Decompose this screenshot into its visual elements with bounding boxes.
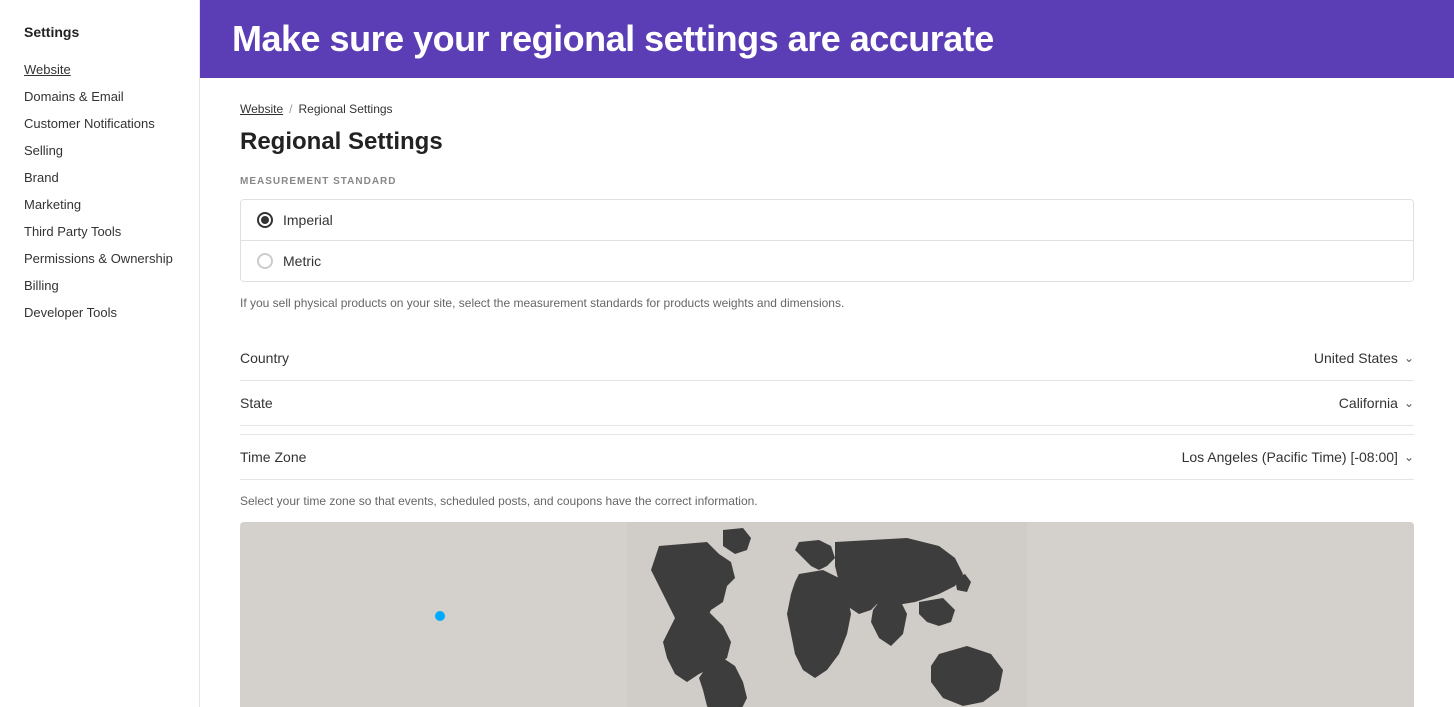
chevron-down-icon-timezone: ⌄ — [1404, 450, 1414, 464]
timezone-row: Time Zone Los Angeles (Pacific Time) [-0… — [240, 434, 1414, 480]
world-map — [240, 522, 1414, 707]
chevron-down-icon: ⌄ — [1404, 351, 1414, 365]
banner: Make sure your regional settings are acc… — [200, 0, 1454, 78]
state-dropdown[interactable]: California ⌄ — [1339, 395, 1414, 411]
state-label: State — [240, 395, 273, 411]
sidebar-item-billing[interactable]: Billing — [0, 272, 199, 299]
measurement-radio-group: Imperial Metric — [240, 199, 1414, 282]
measurement-helper-text: If you sell physical products on your si… — [240, 294, 1414, 312]
sidebar-item-developer-tools[interactable]: Developer Tools — [0, 299, 199, 326]
main-area: Make sure your regional settings are acc… — [200, 0, 1454, 707]
country-row: Country United States ⌄ — [240, 336, 1414, 381]
timezone-section: Time Zone Los Angeles (Pacific Time) [-0… — [240, 434, 1414, 707]
timezone-helper-text: Select your time zone so that events, sc… — [240, 492, 1414, 510]
country-label: Country — [240, 350, 289, 366]
country-dropdown[interactable]: United States ⌄ — [1314, 350, 1414, 366]
radio-imperial[interactable]: Imperial — [241, 200, 1413, 241]
banner-text: Make sure your regional settings are acc… — [232, 18, 994, 60]
sidebar-item-website[interactable]: Website — [0, 56, 199, 83]
breadcrumb-current: Regional Settings — [298, 102, 392, 116]
timezone-value: Los Angeles (Pacific Time) [-08:00] — [1182, 449, 1398, 465]
radio-metric-label: Metric — [283, 253, 321, 269]
map-location-dot — [435, 611, 445, 621]
radio-metric[interactable]: Metric — [241, 241, 1413, 281]
app-container: 🔍 ✕ Settings Website Domains & Email Cus… — [0, 0, 1454, 707]
timezone-dropdown[interactable]: Los Angeles (Pacific Time) [-08:00] ⌄ — [1182, 449, 1414, 465]
breadcrumb-separator: / — [289, 102, 292, 116]
sidebar-nav: Website Domains & Email Customer Notific… — [0, 56, 199, 326]
sidebar-item-marketing[interactable]: Marketing — [0, 191, 199, 218]
page-title: Regional Settings — [240, 128, 1414, 156]
breadcrumb-website-link[interactable]: Website — [240, 102, 283, 116]
sidebar-item-selling[interactable]: Selling — [0, 137, 199, 164]
radio-circle-metric — [257, 253, 273, 269]
state-row: State California ⌄ — [240, 381, 1414, 426]
sidebar-item-brand[interactable]: Brand — [0, 164, 199, 191]
radio-imperial-label: Imperial — [283, 212, 333, 228]
content-area: Website / Regional Settings Regional Set… — [200, 78, 1454, 707]
state-value: California — [1339, 395, 1398, 411]
map-svg — [240, 522, 1414, 707]
sidebar-title: Settings — [0, 16, 199, 56]
sidebar-item-third-party-tools[interactable]: Third Party Tools — [0, 218, 199, 245]
country-value: United States — [1314, 350, 1398, 366]
chevron-down-icon-state: ⌄ — [1404, 396, 1414, 410]
measurement-standard-label: MEASUREMENT STANDARD — [240, 176, 1414, 187]
sidebar: Settings Website Domains & Email Custome… — [0, 0, 200, 707]
sidebar-item-customer-notifications[interactable]: Customer Notifications — [0, 110, 199, 137]
timezone-label: Time Zone — [240, 449, 306, 465]
breadcrumb: Website / Regional Settings — [240, 102, 1414, 116]
sidebar-item-domains-email[interactable]: Domains & Email — [0, 83, 199, 110]
radio-circle-imperial — [257, 212, 273, 228]
sidebar-item-permissions-ownership[interactable]: Permissions & Ownership — [0, 245, 199, 272]
